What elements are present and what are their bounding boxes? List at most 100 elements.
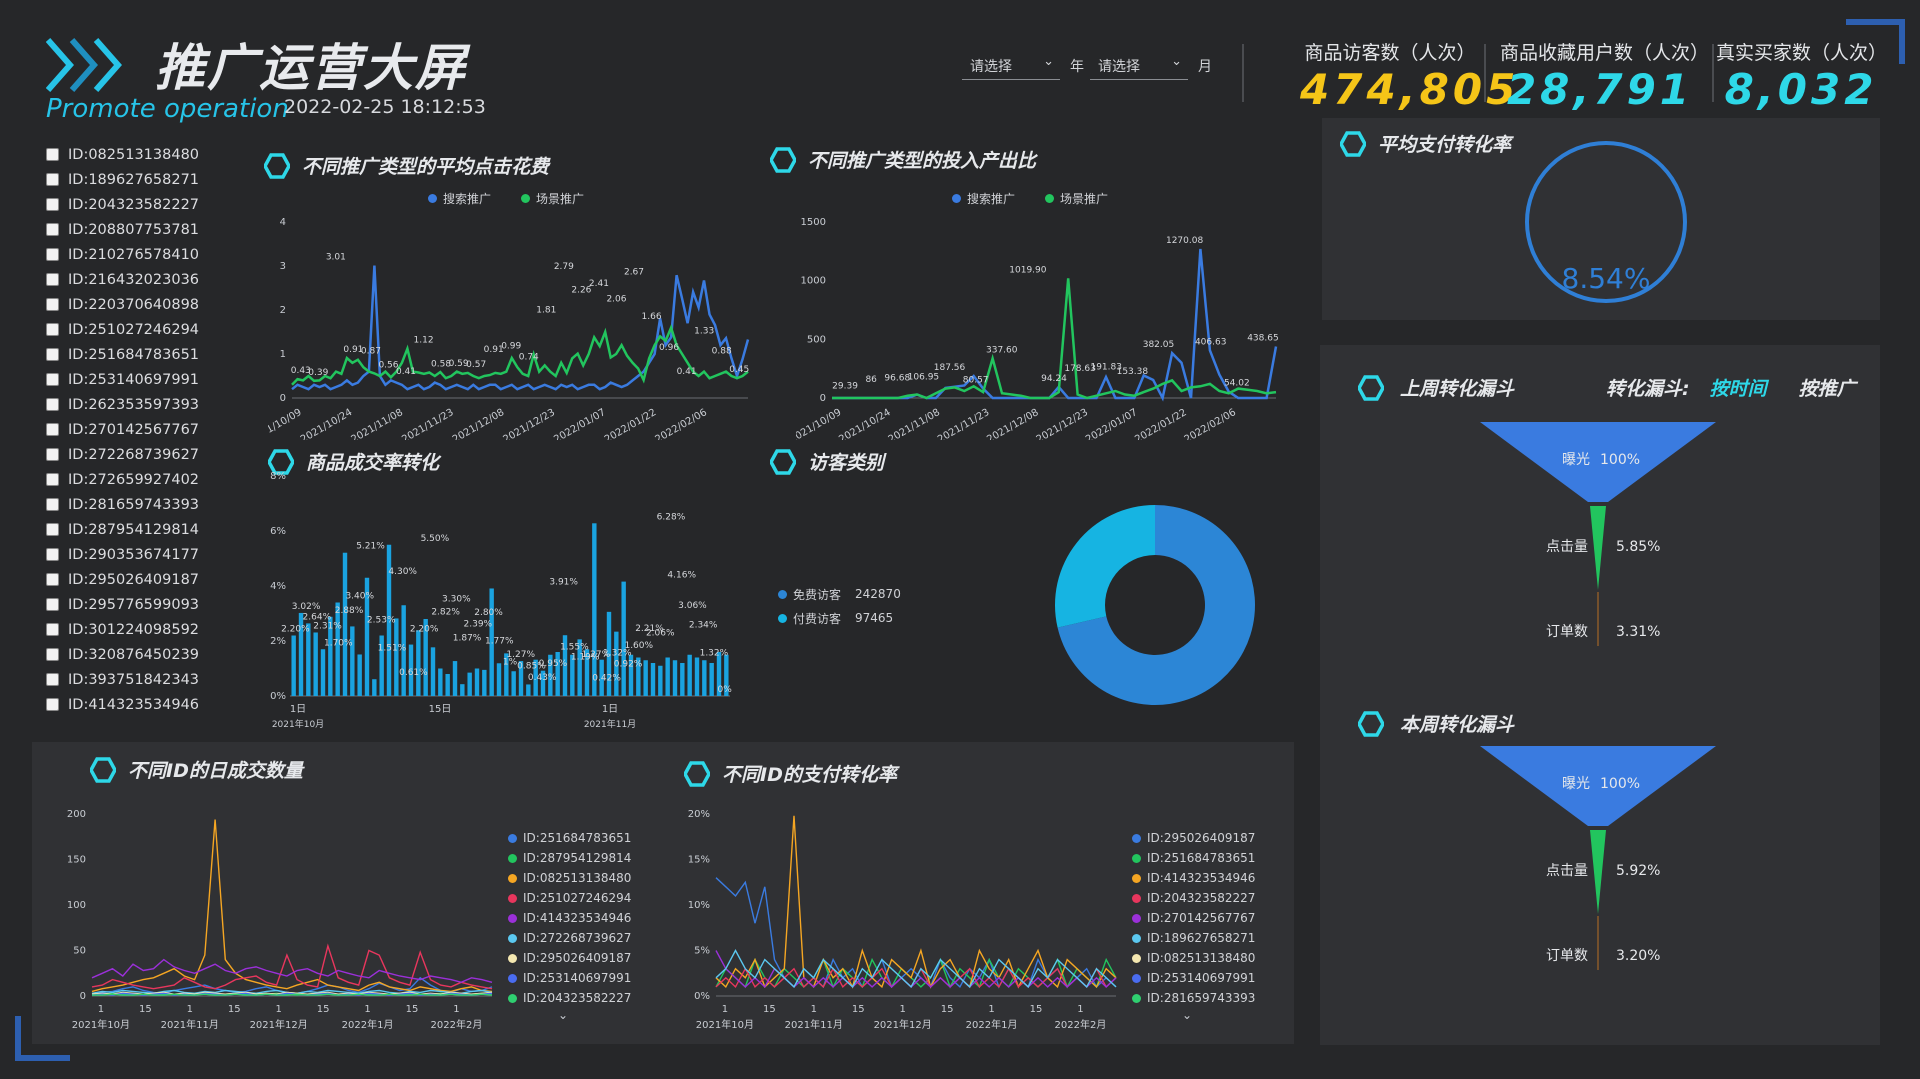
legend-item[interactable]: ID:414323534946 — [508, 908, 631, 928]
checkbox[interactable] — [46, 573, 59, 586]
legend-scene[interactable]: 场景推广 — [1045, 188, 1108, 208]
id-label: ID:204323582227 — [68, 196, 200, 213]
id-checkbox-item[interactable]: ID:393751842343 — [46, 667, 246, 692]
checkbox[interactable] — [46, 548, 59, 561]
checkbox[interactable] — [46, 623, 59, 636]
checkbox[interactable] — [46, 173, 59, 186]
checkbox[interactable] — [46, 523, 59, 536]
checkbox[interactable] — [46, 373, 59, 386]
funnel-stage-click[interactable] — [1590, 506, 1606, 590]
id-checkbox-item[interactable]: ID:208807753781 — [46, 217, 246, 242]
id-checkbox-item[interactable]: ID:251684783651 — [46, 342, 246, 367]
legend-item[interactable]: ID:253140697991 — [508, 968, 631, 988]
id-checkbox-item[interactable]: ID:320876450239 — [46, 642, 246, 667]
checkbox[interactable] — [46, 198, 59, 211]
legend-item[interactable]: ID:204323582227 — [508, 988, 631, 1008]
checkbox[interactable] — [46, 298, 59, 311]
kpi-divider — [1712, 44, 1714, 102]
x-month-label: 2021年12月 — [874, 1018, 932, 1031]
donut-slice[interactable] — [1055, 505, 1155, 628]
id-checkbox-item[interactable]: ID:082513138480 — [46, 142, 246, 167]
data-label: 0.57 — [466, 360, 486, 370]
checkbox[interactable] — [46, 348, 59, 361]
bar — [438, 668, 443, 696]
checkbox[interactable] — [46, 673, 59, 686]
tab-by-time[interactable]: 按时间 — [1710, 374, 1767, 401]
checkbox[interactable] — [46, 323, 59, 336]
id-label: ID:272268739627 — [68, 446, 200, 463]
id-checkbox-item[interactable]: ID:295776599093 — [46, 592, 246, 617]
daily-deals-chart: 0 50 100 150 200 1 15 1 15 1 15 1 15 1 2021年10月 2021年11… — [67, 809, 493, 1031]
funnel-stage-exposure[interactable] — [1480, 746, 1716, 826]
legend-item[interactable]: ID:295026409187 — [1132, 828, 1255, 848]
id-checkbox-item[interactable]: ID:253140697991 — [46, 367, 246, 392]
checkbox[interactable] — [46, 148, 59, 161]
id-checkbox-item[interactable]: ID:251027246294 — [46, 317, 246, 342]
legend-item[interactable]: ID:295026409187 — [508, 948, 631, 968]
funnel-stage-name: 点击量 — [1546, 863, 1588, 879]
legend-item[interactable]: ID:251684783651 — [508, 828, 631, 848]
legend-item[interactable]: ID:082513138480 — [1132, 948, 1255, 968]
id-checkbox-item[interactable]: ID:272659927402 — [46, 467, 246, 492]
data-label: 29.39 — [832, 382, 858, 392]
year-select[interactable]: 请选择 ⌄ — [962, 50, 1060, 80]
legend-search[interactable]: 搜索推广 — [428, 188, 491, 208]
checkbox[interactable] — [46, 648, 59, 661]
checkbox[interactable] — [46, 223, 59, 236]
data-label: 0.92% — [614, 660, 643, 670]
data-label: 1.60% — [624, 641, 653, 651]
id-checkbox-item[interactable]: ID:290353674177 — [46, 542, 246, 567]
checkbox[interactable] — [46, 248, 59, 261]
legend-item[interactable]: ID:287954129814 — [508, 848, 631, 868]
legend-paid[interactable]: 付费访客 97465 — [778, 606, 901, 630]
funnel-stage-click[interactable] — [1590, 830, 1606, 914]
checkbox[interactable] — [46, 598, 59, 611]
id-label: ID:414323534946 — [68, 696, 200, 713]
x-tick-label: 15 — [317, 1004, 330, 1015]
checkbox[interactable] — [46, 473, 59, 486]
id-label: ID:290353674177 — [68, 546, 200, 563]
id-checkbox-item[interactable]: ID:216432023036 — [46, 267, 246, 292]
legend-more-icon[interactable]: ⌄ — [558, 1008, 631, 1022]
legend-item[interactable]: ID:251027246294 — [508, 888, 631, 908]
legend-item[interactable]: ID:253140697991 — [1132, 968, 1255, 988]
checkbox[interactable] — [46, 398, 59, 411]
legend-label: ID:287954129814 — [523, 851, 632, 865]
legend-item[interactable]: ID:189627658271 — [1132, 928, 1255, 948]
legend-item[interactable]: ID:251684783651 — [1132, 848, 1255, 868]
checkbox[interactable] — [46, 273, 59, 286]
legend-item[interactable]: ID:204323582227 — [1132, 888, 1255, 908]
id-checkbox-item[interactable]: ID:189627658271 — [46, 167, 246, 192]
legend-more-icon[interactable]: ⌄ — [1182, 1008, 1255, 1022]
checkbox[interactable] — [46, 698, 59, 711]
legend-item[interactable]: ID:281659743393 — [1132, 988, 1255, 1008]
legend-item[interactable]: ID:270142567767 — [1132, 908, 1255, 928]
checkbox[interactable] — [46, 448, 59, 461]
legend-scene[interactable]: 场景推广 — [521, 188, 584, 208]
funnel-stage-exposure[interactable] — [1480, 422, 1716, 502]
legend-item[interactable]: ID:414323534946 — [1132, 868, 1255, 888]
id-checkbox-item[interactable]: ID:210276578410 — [46, 242, 246, 267]
checkbox[interactable] — [46, 423, 59, 436]
y-tick-label: 200 — [67, 809, 86, 820]
id-checkbox-item[interactable]: ID:414323534946 — [46, 692, 246, 717]
id-checkbox-item[interactable]: ID:262353597393 — [46, 392, 246, 417]
legend-item[interactable]: ID:082513138480 — [508, 868, 631, 888]
legend-label: 场景推广 — [536, 191, 585, 206]
legend-item[interactable]: ID:272268739627 — [508, 928, 631, 948]
tab-by-promo[interactable]: 按推广 — [1799, 374, 1856, 401]
id-checkbox-item[interactable]: ID:204323582227 — [46, 192, 246, 217]
id-checkbox-item[interactable]: ID:281659743393 — [46, 492, 246, 517]
checkbox[interactable] — [46, 498, 59, 511]
id-label: ID:287954129814 — [68, 521, 200, 538]
id-checkbox-item[interactable]: ID:270142567767 — [46, 417, 246, 442]
x-tick-label: 1 — [275, 1004, 281, 1015]
legend-free[interactable]: 免费访客 242870 — [778, 582, 901, 606]
id-checkbox-item[interactable]: ID:220370640898 — [46, 292, 246, 317]
id-checkbox-item[interactable]: ID:295026409187 — [46, 567, 246, 592]
id-checkbox-item[interactable]: ID:301224098592 — [46, 617, 246, 642]
id-checkbox-item[interactable]: ID:287954129814 — [46, 517, 246, 542]
id-checkbox-item[interactable]: ID:272268739627 — [46, 442, 246, 467]
legend-search[interactable]: 搜索推广 — [952, 188, 1015, 208]
month-select[interactable]: 请选择 ⌄ — [1090, 50, 1188, 80]
